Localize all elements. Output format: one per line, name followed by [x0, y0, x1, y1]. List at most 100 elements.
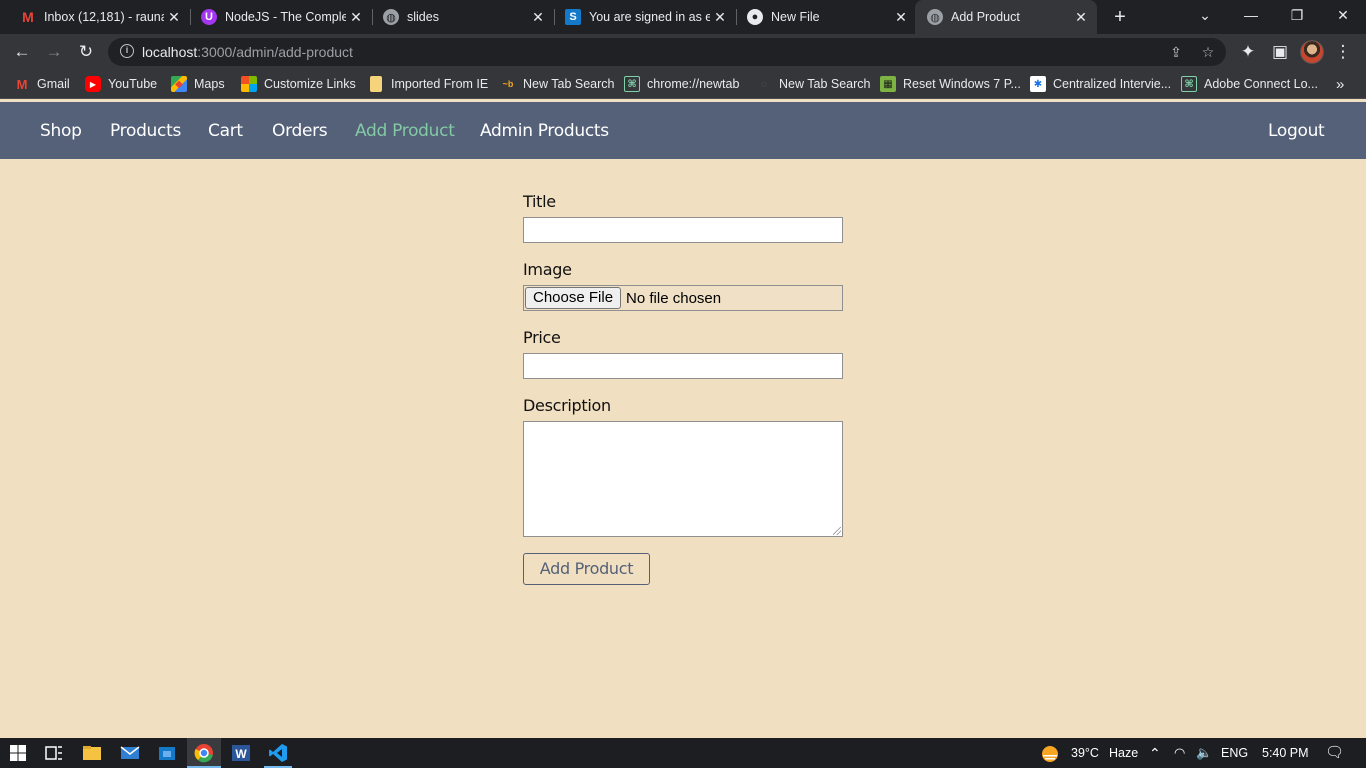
- main-header-nav: Shop Products Cart Orders Add Product Ad…: [0, 102, 1366, 159]
- title-input[interactable]: [523, 217, 843, 243]
- taskbar-chrome-active[interactable]: [187, 738, 221, 768]
- tab-title: You are signed in as e: [589, 10, 710, 24]
- tab-signed-in[interactable]: S You are signed in as e ✕: [545, 0, 736, 34]
- close-icon[interactable]: ✕: [891, 9, 911, 26]
- share-icon[interactable]: ⇪: [1166, 42, 1186, 62]
- tab-title: NodeJS - The Complet: [225, 10, 346, 24]
- tab-title: slides: [407, 10, 439, 24]
- svg-text:W: W: [235, 747, 247, 761]
- youtube-icon: ▶: [85, 76, 101, 92]
- description-textarea[interactable]: [523, 421, 843, 537]
- tab-slides[interactable]: ◍ slides ✕: [363, 0, 554, 34]
- search-engine-icon: ◌: [761, 78, 767, 90]
- address-bar[interactable]: i localhost:3000/admin/add-product ⇪ ☆: [108, 38, 1226, 66]
- github-icon: ●: [747, 9, 763, 25]
- clock-time[interactable]: 5:40 PM: [1262, 738, 1309, 768]
- bookmark-adobe-connect[interactable]: ⌘ Adobe Connect Lo...: [1181, 74, 1318, 94]
- url-text: localhost:3000/admin/add-product: [142, 44, 353, 60]
- file-explorer-icon[interactable]: [82, 743, 102, 763]
- tab-nodejs-course[interactable]: U NodeJS - The Complet ✕: [181, 0, 372, 34]
- tab-title: Inbox (12,181) - rauna: [44, 10, 164, 24]
- nav-link-admin-products[interactable]: Admin Products: [480, 121, 609, 141]
- tab-search-chevron-icon[interactable]: ⌄: [1182, 0, 1228, 30]
- input-language[interactable]: ENG: [1221, 738, 1248, 768]
- page-icon: ▦: [880, 76, 896, 92]
- choose-file-button[interactable]: Choose File: [525, 287, 622, 309]
- bookmark-customize-links[interactable]: Customize Links: [241, 74, 356, 94]
- bookmark-maps[interactable]: ◆ Maps: [171, 74, 225, 94]
- restore-icon[interactable]: ❐: [1274, 0, 1320, 30]
- bookmark-youtube[interactable]: ▶ YouTube: [85, 74, 157, 94]
- globe-icon: ◍: [927, 9, 943, 25]
- mail-icon[interactable]: [120, 743, 140, 763]
- udemy-icon: U: [201, 9, 217, 25]
- tab-new-file[interactable]: ● New File ✕: [727, 0, 917, 34]
- tray-overflow-chevron-icon[interactable]: ⌃: [1149, 738, 1161, 768]
- profile-avatar[interactable]: [1300, 40, 1324, 64]
- folder-icon: [370, 76, 382, 92]
- bookmark-chrome-newtab[interactable]: ⌘ chrome://newtab: [624, 74, 739, 94]
- weather-icon[interactable]: [1040, 738, 1060, 768]
- site-info-icon[interactable]: i: [120, 44, 134, 58]
- globe-icon: ◍: [383, 9, 399, 25]
- title-label: Title: [523, 192, 556, 211]
- notifications-icon[interactable]: 🗨: [1325, 738, 1344, 768]
- bookmark-star-icon[interactable]: ☆: [1198, 42, 1218, 62]
- nav-link-logout[interactable]: Logout: [1268, 121, 1325, 141]
- bookmark-new-tab-search[interactable]: ~b New Tab Search: [500, 74, 615, 94]
- store-icon[interactable]: [157, 743, 177, 763]
- nav-link-orders[interactable]: Orders: [272, 121, 328, 141]
- windows-start-icon[interactable]: [8, 743, 28, 763]
- bookmark-new-tab-search-2[interactable]: ◌ New Tab Search: [756, 74, 870, 94]
- page-icon: ✱: [1030, 76, 1046, 92]
- page-icon: ⌘: [1181, 76, 1197, 92]
- minimize-icon[interactable]: —: [1228, 0, 1274, 30]
- file-status-text: No file chosen: [626, 289, 722, 307]
- back-arrow-icon[interactable]: ←: [10, 40, 34, 64]
- side-panel-icon[interactable]: ▣: [1268, 40, 1292, 64]
- wifi-icon[interactable]: ◠: [1174, 738, 1185, 768]
- bookmarks-overflow-chevron-icon[interactable]: »: [1336, 74, 1344, 94]
- windows-taskbar: W 39°C Haze ⌃ ◠ 🔈 ENG 5:40 PM 🗨: [0, 738, 1366, 768]
- bookmark-imported-from-ie[interactable]: Imported From IE: [368, 74, 488, 94]
- vscode-icon[interactable]: [268, 743, 288, 763]
- price-input[interactable]: [523, 353, 843, 379]
- word-icon[interactable]: W: [231, 743, 251, 763]
- nav-link-add-product[interactable]: Add Product: [355, 121, 455, 141]
- maps-icon: ◆: [171, 76, 187, 92]
- extensions-puzzle-icon[interactable]: ✦: [1236, 40, 1260, 64]
- weather-temperature[interactable]: 39°C: [1071, 738, 1099, 768]
- new-tab-plus-icon[interactable]: +: [1108, 5, 1132, 29]
- bookmark-gmail[interactable]: M Gmail: [14, 74, 70, 94]
- speaker-icon[interactable]: 🔈: [1196, 738, 1212, 768]
- tab-title: New File: [771, 10, 820, 24]
- reload-icon[interactable]: ↻: [74, 40, 98, 64]
- forward-arrow-icon[interactable]: →: [42, 40, 66, 64]
- nav-link-products[interactable]: Products: [110, 121, 181, 141]
- task-view-icon[interactable]: [44, 743, 64, 763]
- image-file-input[interactable]: Choose File No file chosen: [523, 285, 843, 311]
- browser-tab-strip: M Inbox (12,181) - rauna ✕ U NodeJS - Th…: [0, 0, 1366, 34]
- add-product-submit-button[interactable]: Add Product: [523, 553, 650, 585]
- gmail-icon: M: [16, 76, 28, 92]
- chrome-icon: [194, 744, 213, 763]
- close-window-icon[interactable]: ✕: [1320, 0, 1366, 30]
- tab-add-product[interactable]: ◍ Add Product ✕: [915, 0, 1097, 34]
- browser-toolbar: ← → ↻ i localhost:3000/admin/add-product…: [0, 34, 1366, 70]
- nav-link-shop[interactable]: Shop: [40, 121, 82, 141]
- search-engine-icon: ~b: [502, 79, 514, 89]
- bookmarks-bar: M Gmail ▶ YouTube ◆ Maps Customize Links…: [0, 70, 1366, 99]
- weather-description[interactable]: Haze: [1109, 738, 1138, 768]
- image-label: Image: [523, 260, 572, 279]
- resize-grip-icon[interactable]: [833, 527, 841, 535]
- bookmark-reset-windows[interactable]: ▦ Reset Windows 7 P...: [880, 74, 1021, 94]
- page-icon: ⌘: [624, 76, 640, 92]
- tab-title: Add Product: [951, 10, 1020, 24]
- tab-gmail-inbox[interactable]: M Inbox (12,181) - rauna ✕: [0, 0, 190, 34]
- close-icon[interactable]: ✕: [1071, 9, 1091, 26]
- bookmark-centralized-interview[interactable]: ✱ Centralized Intervie...: [1030, 74, 1171, 94]
- menu-kebab-icon[interactable]: ⋮: [1331, 40, 1355, 64]
- windows-logo-icon: [241, 76, 257, 92]
- gmail-icon: M: [22, 9, 34, 25]
- nav-link-cart[interactable]: Cart: [208, 121, 243, 141]
